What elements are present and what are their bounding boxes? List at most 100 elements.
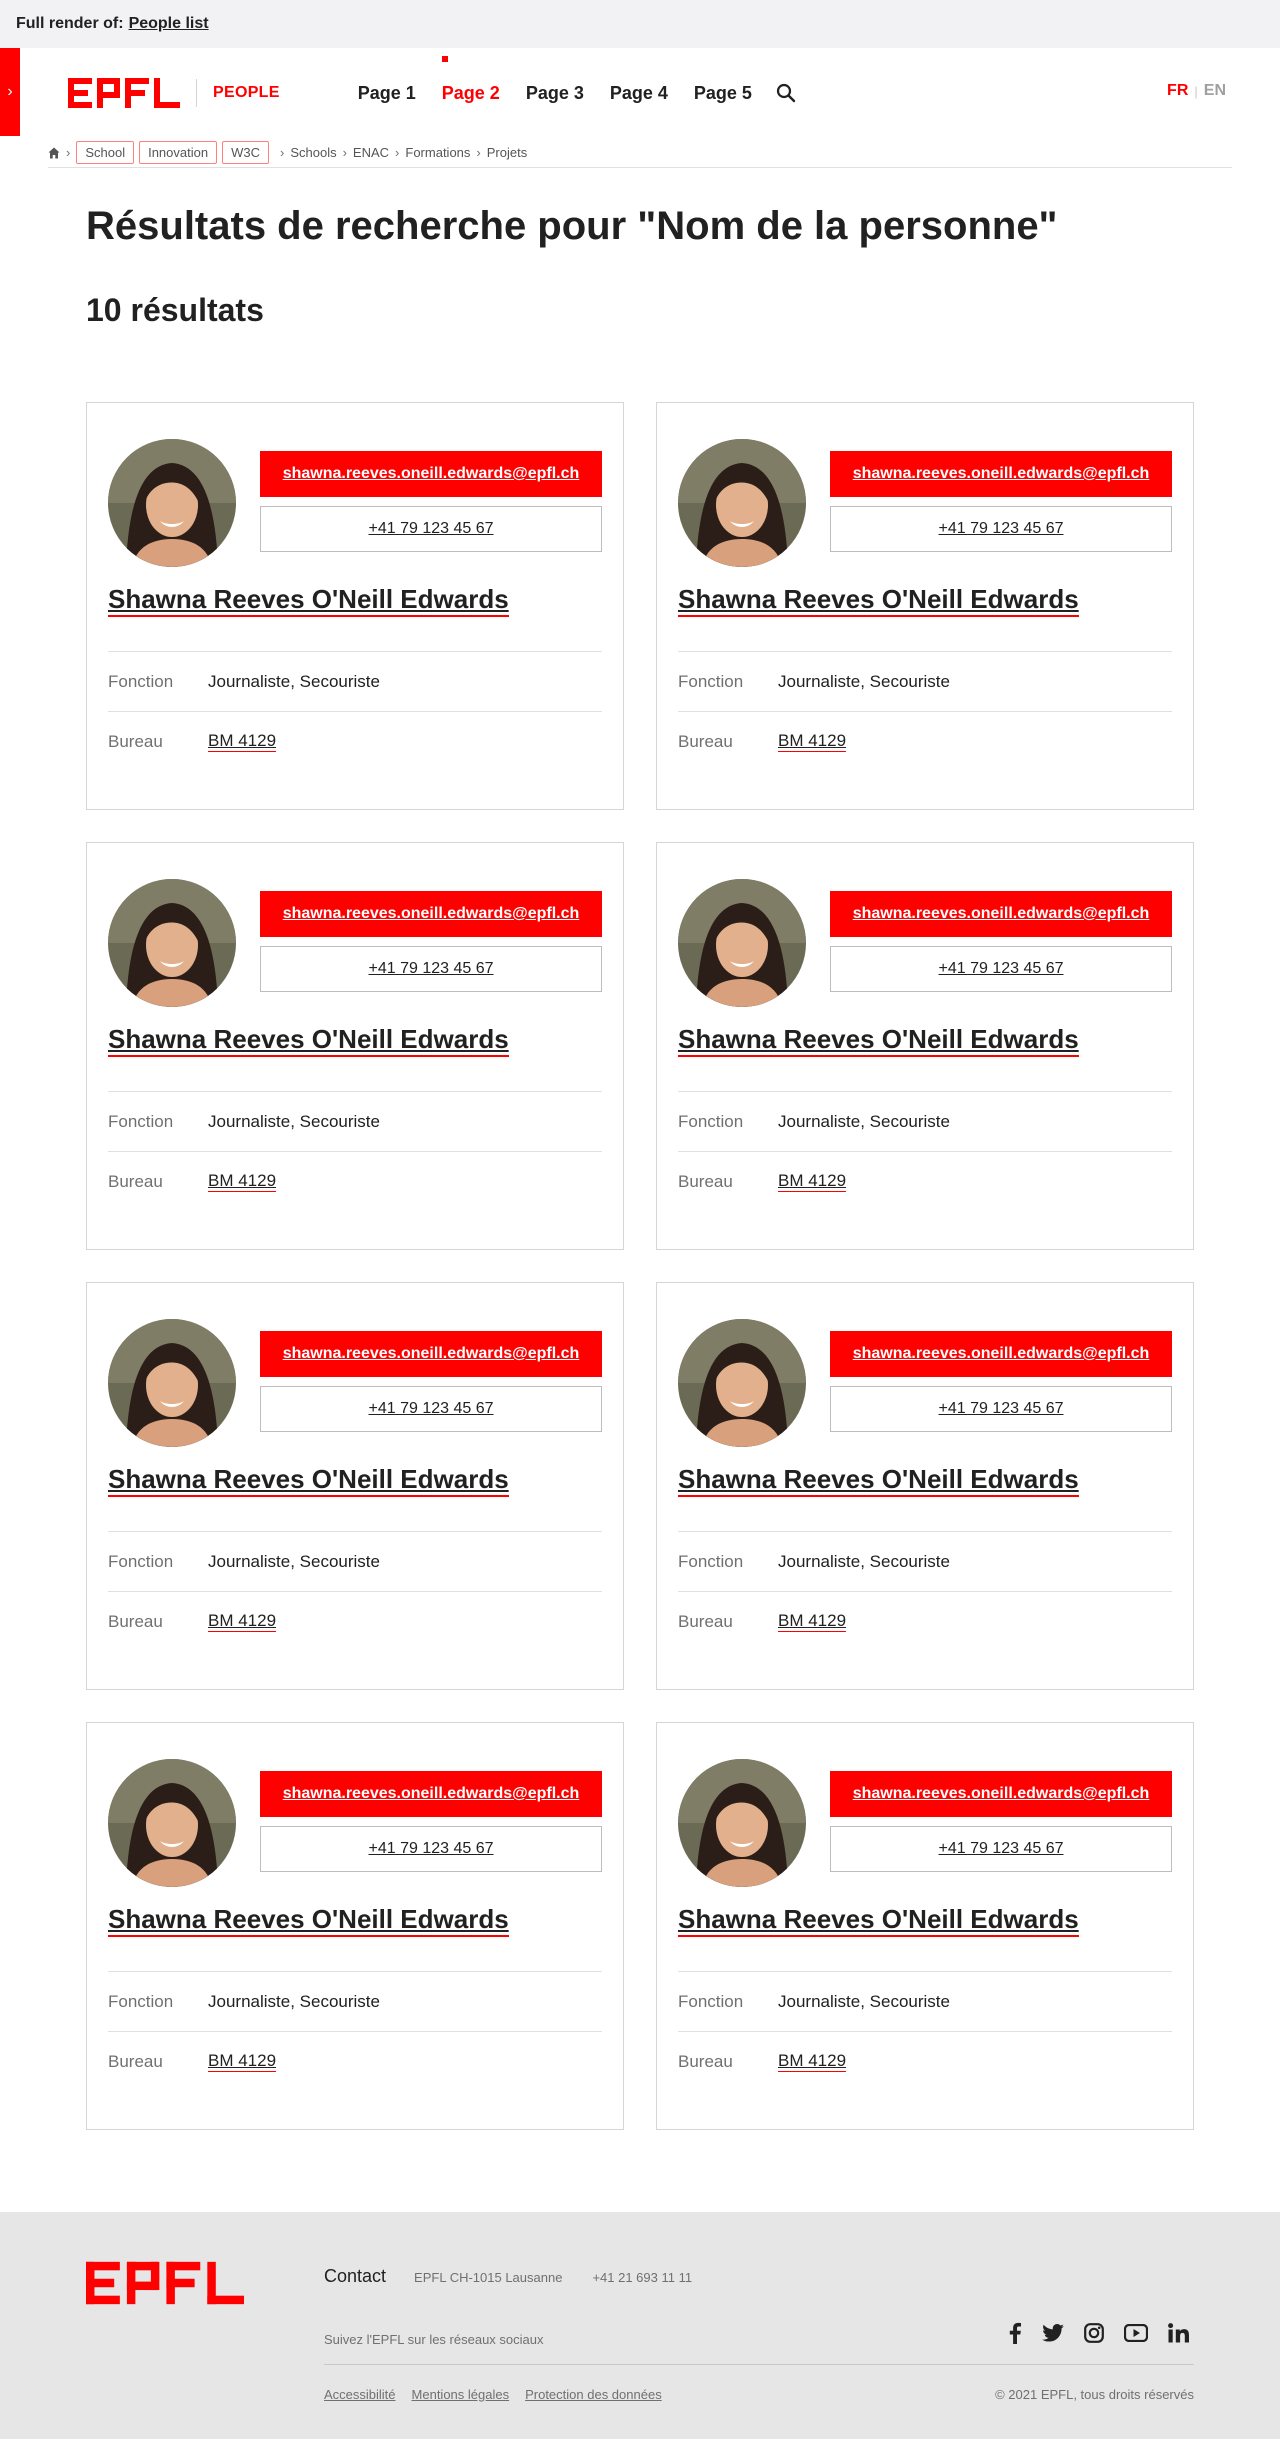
fonction-value: Journaliste, Secouriste xyxy=(208,1111,380,1131)
footer-link-accessibility[interactable]: Accessibilité xyxy=(324,2387,396,2402)
footer-epfl-logo[interactable] xyxy=(86,2260,244,2311)
person-name-link[interactable]: Shawna Reeves O'Neill Edwards xyxy=(108,583,509,617)
fonction-value: Journaliste, Secouriste xyxy=(778,1991,950,2011)
email-button[interactable]: shawna.reeves.oneill.edwards@epfl.ch xyxy=(830,1771,1172,1817)
bureau-link[interactable]: BM 4129 xyxy=(778,1611,847,1632)
breadcrumb-link-formations[interactable]: Formations xyxy=(405,145,470,160)
nav-item-page-1[interactable]: Page 1 xyxy=(358,83,416,104)
fonction-label: Fonction xyxy=(108,1551,174,1571)
footer-links: Accessibilité Mentions légales Protectio… xyxy=(324,2387,678,2402)
fonction-label: Fonction xyxy=(678,671,744,691)
phone-button[interactable]: +41 79 123 45 67 xyxy=(830,506,1172,552)
fonction-row: Fonction Journaliste, Secouriste xyxy=(678,1531,1172,1591)
phone-button[interactable]: +41 79 123 45 67 xyxy=(260,946,602,992)
breadcrumb-link-enac[interactable]: ENAC xyxy=(353,145,389,160)
bureau-row: Bureau BM 4129 xyxy=(108,711,602,771)
avatar[interactable] xyxy=(678,439,806,567)
site-footer: Contact EPFL CH-1015 Lausanne +41 21 693… xyxy=(0,2212,1280,2439)
phone-button[interactable]: +41 79 123 45 67 xyxy=(830,1826,1172,1872)
email-button[interactable]: shawna.reeves.oneill.edwards@epfl.ch xyxy=(260,891,602,937)
bureau-link[interactable]: BM 4129 xyxy=(778,2051,847,2072)
nav-item-page-2[interactable]: Page 2 xyxy=(441,55,500,104)
email-button[interactable]: shawna.reeves.oneill.edwards@epfl.ch xyxy=(260,1771,602,1817)
footer-link-legal[interactable]: Mentions légales xyxy=(412,2387,510,2402)
fonction-label: Fonction xyxy=(108,1111,174,1131)
bureau-label: Bureau xyxy=(678,1611,733,1631)
person-name-link[interactable]: Shawna Reeves O'Neill Edwards xyxy=(108,1903,509,1937)
person-card: shawna.reeves.oneill.edwards@epfl.ch +41… xyxy=(656,402,1194,810)
bureau-link[interactable]: BM 4129 xyxy=(208,1171,277,1192)
person-card: shawna.reeves.oneill.edwards@epfl.ch +41… xyxy=(656,1722,1194,2130)
fonction-row: Fonction Journaliste, Secouriste xyxy=(108,1531,602,1591)
person-card: shawna.reeves.oneill.edwards@epfl.ch +41… xyxy=(656,842,1194,1250)
breadcrumb-separator: › xyxy=(279,145,285,160)
bureau-row: Bureau BM 4129 xyxy=(108,1151,602,1211)
footer-divider xyxy=(324,2364,1194,2365)
person-name-link[interactable]: Shawna Reeves O'Neill Edwards xyxy=(678,1903,1079,1937)
breadcrumb-link-schools[interactable]: Schools xyxy=(290,145,336,160)
email-button[interactable]: shawna.reeves.oneill.edwards@epfl.ch xyxy=(830,1331,1172,1377)
epfl-logo-mark xyxy=(68,78,180,108)
bureau-link[interactable]: BM 4129 xyxy=(208,731,277,752)
avatar[interactable] xyxy=(678,1319,806,1447)
facebook-icon[interactable] xyxy=(1008,2322,1022,2344)
page-title: Résultats de recherche pour "Nom de la p… xyxy=(86,204,1058,248)
language-switcher: FR | EN xyxy=(1167,82,1226,100)
phone-button[interactable]: +41 79 123 45 67 xyxy=(260,506,602,552)
avatar[interactable] xyxy=(678,1759,806,1887)
site-label[interactable]: PEOPLE xyxy=(213,84,280,102)
lang-fr[interactable]: FR xyxy=(1167,82,1188,100)
nav-item-page-5[interactable]: Page 5 xyxy=(694,83,752,104)
bureau-label: Bureau xyxy=(678,1171,733,1191)
email-button[interactable]: shawna.reeves.oneill.edwards@epfl.ch xyxy=(260,1331,602,1377)
phone-button[interactable]: +41 79 123 45 67 xyxy=(260,1386,602,1432)
phone-button[interactable]: +41 79 123 45 67 xyxy=(260,1826,602,1872)
phone-button[interactable]: +41 79 123 45 67 xyxy=(830,1386,1172,1432)
avatar[interactable] xyxy=(678,879,806,1007)
footer-phone[interactable]: +41 21 693 11 11 xyxy=(592,2270,692,2285)
phone-button[interactable]: +41 79 123 45 67 xyxy=(830,946,1172,992)
bureau-link[interactable]: BM 4129 xyxy=(778,731,847,752)
person-name-link[interactable]: Shawna Reeves O'Neill Edwards xyxy=(108,1023,509,1057)
breadcrumb-tag-w3c[interactable]: W3C xyxy=(222,141,269,164)
epfl-logo[interactable]: PEOPLE xyxy=(68,78,280,108)
avatar[interactable] xyxy=(108,439,236,567)
person-name-link[interactable]: Shawna Reeves O'Neill Edwards xyxy=(108,1463,509,1497)
bureau-link[interactable]: BM 4129 xyxy=(208,2051,277,2072)
email-button[interactable]: shawna.reeves.oneill.edwards@epfl.ch xyxy=(830,891,1172,937)
fonction-row: Fonction Journaliste, Secouriste xyxy=(108,1091,602,1151)
youtube-icon[interactable] xyxy=(1124,2324,1148,2342)
person-name-link[interactable]: Shawna Reeves O'Neill Edwards xyxy=(678,1463,1079,1497)
avatar[interactable] xyxy=(108,1759,236,1887)
render-bar-link[interactable]: People list xyxy=(129,15,209,33)
bureau-link[interactable]: BM 4129 xyxy=(208,1611,277,1632)
breadcrumb-tag-school[interactable]: School xyxy=(76,141,135,164)
bureau-row: Bureau BM 4129 xyxy=(108,1591,602,1651)
bureau-link[interactable]: BM 4129 xyxy=(778,1171,847,1192)
email-button[interactable]: shawna.reeves.oneill.edwards@epfl.ch xyxy=(260,451,602,497)
instagram-icon[interactable] xyxy=(1084,2323,1104,2343)
nav-item-page-4[interactable]: Page 4 xyxy=(610,83,668,104)
breadcrumb-separator: › xyxy=(66,145,71,160)
person-name-link[interactable]: Shawna Reeves O'Neill Edwards xyxy=(678,583,1079,617)
bureau-label: Bureau xyxy=(678,731,733,751)
avatar[interactable] xyxy=(108,1319,236,1447)
linkedin-icon[interactable] xyxy=(1168,2323,1190,2343)
lang-en[interactable]: EN xyxy=(1204,82,1226,100)
avatar[interactable] xyxy=(108,879,236,1007)
email-button[interactable]: shawna.reeves.oneill.edwards@epfl.ch xyxy=(830,451,1172,497)
bureau-label: Bureau xyxy=(678,2051,733,2071)
bureau-label: Bureau xyxy=(108,2051,163,2071)
home-icon[interactable] xyxy=(48,147,60,159)
twitter-icon[interactable] xyxy=(1042,2324,1064,2342)
nav-item-page-3[interactable]: Page 3 xyxy=(526,83,584,104)
breadcrumb-link-projets[interactable]: Projets xyxy=(487,145,527,160)
drawer-toggle-button[interactable]: › xyxy=(0,48,20,136)
render-bar-prefix: Full render of: xyxy=(16,15,124,32)
search-icon[interactable] xyxy=(776,83,796,103)
person-name-link[interactable]: Shawna Reeves O'Neill Edwards xyxy=(678,1023,1079,1057)
main-nav: Page 1 Page 2 Page 3 Page 4 Page 5 xyxy=(358,55,796,104)
breadcrumb-tag-innovation[interactable]: Innovation xyxy=(139,141,218,164)
footer-link-privacy[interactable]: Protection des données xyxy=(525,2387,662,2402)
bureau-row: Bureau BM 4129 xyxy=(678,2031,1172,2091)
